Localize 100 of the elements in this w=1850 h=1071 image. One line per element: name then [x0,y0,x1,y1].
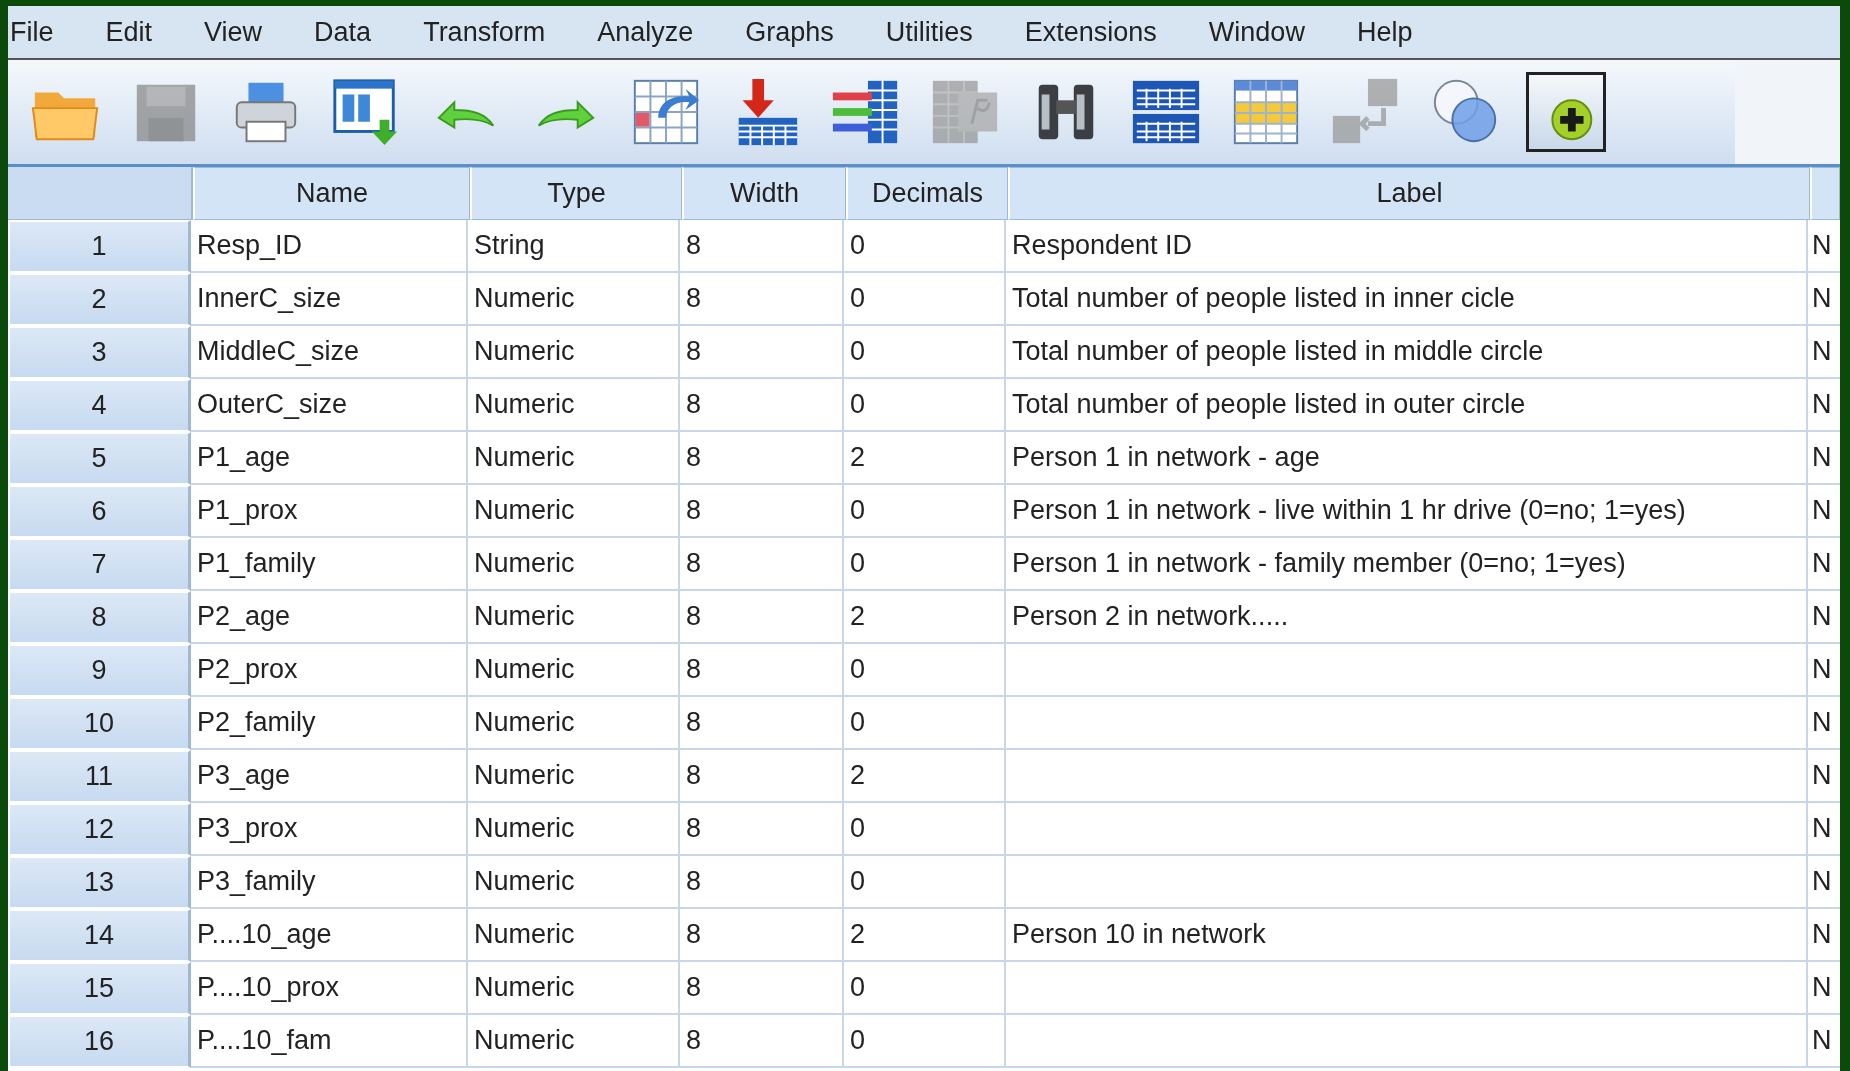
row-number[interactable]: 1 [8,220,191,273]
table-cell: Numeric [468,909,680,962]
row-number[interactable]: 2 [8,273,191,326]
menu-item[interactable]: Data [312,16,418,48]
table-cell: String [468,220,680,273]
table-cell: P3_prox [191,803,468,856]
table-cell: 0 [844,273,1006,326]
table-cell: 0 [844,379,1006,432]
menu-item[interactable]: Help [1354,16,1459,48]
table-cell: P2_age [191,591,468,644]
table-cell: 8 [680,697,844,750]
row-number[interactable]: 3 [8,326,191,379]
table-cell: 0 [844,803,1006,856]
menu-item[interactable]: Graphs [743,16,880,48]
table-cell: Numeric [468,803,680,856]
table-cell: Numeric [468,485,680,538]
table-cell: P3_age [191,750,468,803]
table-cell: Numeric [468,273,680,326]
row-number[interactable]: 10 [8,697,191,750]
column-header[interactable]: Name [193,167,470,220]
table-cell: Person 2 in network..... [1006,591,1808,644]
menu-item[interactable]: File [8,16,100,48]
table-cell: 0 [844,697,1006,750]
table-cell: 2 [844,909,1006,962]
table-cell: Total number of people listed in inner cicle [1006,273,1808,326]
table-cell: 8 [680,856,844,909]
table-cell: OuterC_size [191,379,468,432]
table-cell: 8 [680,962,844,1015]
column-header[interactable]: Label [1008,167,1810,220]
row-number[interactable]: 14 [8,909,191,962]
row-number[interactable]: 6 [8,485,191,538]
table-cell: N [1808,326,1840,379]
column-header[interactable]: Type [470,167,682,220]
row-number[interactable]: 11 [8,750,191,803]
column-header[interactable]: Width [682,167,846,220]
toolbar-button[interactable] [1526,72,1606,152]
table-cell: 0 [844,485,1006,538]
table-cell: 0 [844,326,1006,379]
table-cell: Person 1 in network - family member (0=no; 1=yes) [1006,538,1808,591]
table-cell: P1_age [191,432,468,485]
table-cell: N [1808,856,1840,909]
table-cell: InnerC_size [191,273,468,326]
table-cell: N [1808,750,1840,803]
menu-item[interactable]: View [202,16,309,48]
table-cell: N [1808,273,1840,326]
table-cell: Numeric [468,697,680,750]
menu-item[interactable]: Edit [103,16,199,48]
table-cell: N [1808,485,1840,538]
table-cell: P1_family [191,538,468,591]
table-cell: Numeric [468,750,680,803]
table-cell: 2 [844,591,1006,644]
menu-item[interactable]: Transform [421,16,592,48]
table-cell: Person 1 in network - live within 1 hr drive (0=no; 1=yes) [1006,485,1808,538]
table-cell: N [1808,538,1840,591]
table-cell: 0 [844,644,1006,697]
table-cell: Numeric [468,1015,680,1068]
row-number[interactable]: 4 [8,379,191,432]
table-cell: 8 [680,591,844,644]
table-cell: 8 [680,379,844,432]
table-cell: N [1808,1015,1840,1068]
table-cell: MiddleC_size [191,326,468,379]
row-number[interactable]: 8 [8,591,191,644]
row-number[interactable]: 13 [8,856,191,909]
menu-item[interactable]: Window [1206,16,1351,48]
table-cell: Numeric [468,326,680,379]
table-cell: P3_family [191,856,468,909]
table-cell: Numeric [468,379,680,432]
table-cell: 8 [680,909,844,962]
table-cell: 8 [680,485,844,538]
row-number[interactable]: 9 [8,644,191,697]
column-header[interactable]: Decimals [846,167,1008,220]
table-cell: 2 [844,432,1006,485]
menu-item[interactable]: Extensions [1022,16,1203,48]
menu-item[interactable]: Utilities [883,16,1019,48]
table-cell: 8 [680,803,844,856]
table-cell: 0 [844,962,1006,1015]
table-cell: Numeric [468,962,680,1015]
table-cell: 0 [844,1015,1006,1068]
table-cell: Numeric [468,591,680,644]
table-cell: 0 [844,220,1006,273]
table-cell: N [1808,591,1840,644]
row-number[interactable]: 7 [8,538,191,591]
row-number[interactable]: 12 [8,803,191,856]
table-cell: Total number of people listed in outer circle [1006,379,1808,432]
table-cell: N [1808,644,1840,697]
row-number[interactable]: 16 [8,1015,191,1068]
row-number[interactable]: 15 [8,962,191,1015]
table-cell: 8 [680,220,844,273]
table-cell: Numeric [468,644,680,697]
table-cell: 8 [680,326,844,379]
table-cell: P1_prox [191,485,468,538]
table-cell: Person 1 in network - age [1006,432,1808,485]
menu-item[interactable]: Analyze [595,16,740,48]
table-cell: Resp_ID [191,220,468,273]
table-cell: Numeric [468,432,680,485]
table-cell: 8 [680,1015,844,1068]
table-cell: Numeric [468,856,680,909]
row-number[interactable]: 5 [8,432,191,485]
table-cell: 8 [680,273,844,326]
table-cell: 8 [680,432,844,485]
